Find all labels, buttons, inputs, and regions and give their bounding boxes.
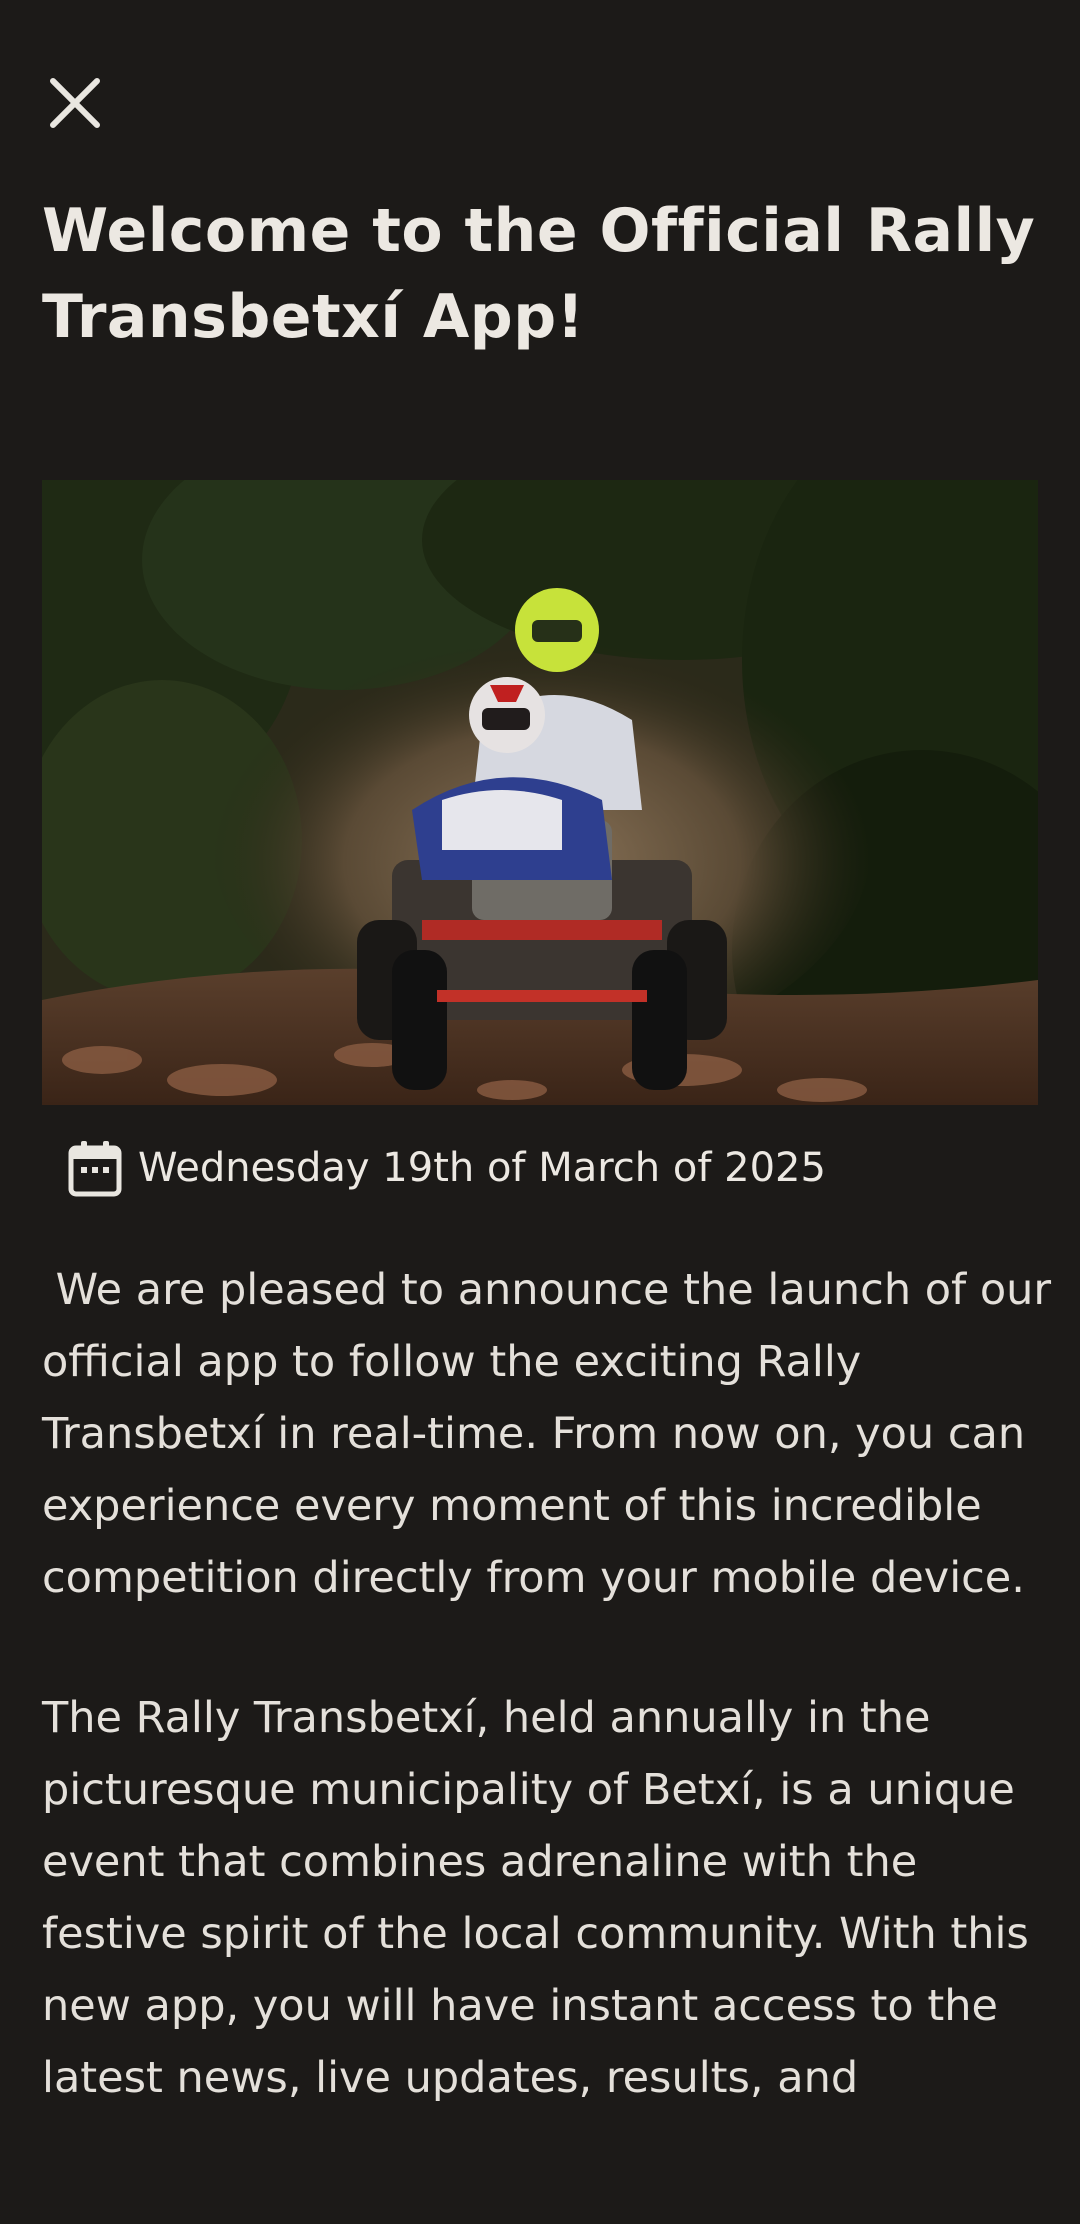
close-button[interactable] (42, 70, 108, 136)
calendar-icon (68, 1141, 122, 1197)
article-date: Wednesday 19th of March of 2025 (138, 1145, 826, 1191)
article-paragraph: The Rally Transbetxí, held annually in t… (42, 1693, 1043, 2103)
article-hero-image (42, 480, 1038, 1105)
close-icon (50, 78, 100, 128)
article-body: We are pleased to announce the launch of… (42, 1254, 1052, 2114)
article-paragraph: We are pleased to announce the launch of… (42, 1265, 1065, 1603)
article-date-row: Wednesday 19th of March of 2025 (68, 1138, 826, 1198)
article-title: Welcome to the Official Rally Transbetxí… (42, 196, 1036, 352)
